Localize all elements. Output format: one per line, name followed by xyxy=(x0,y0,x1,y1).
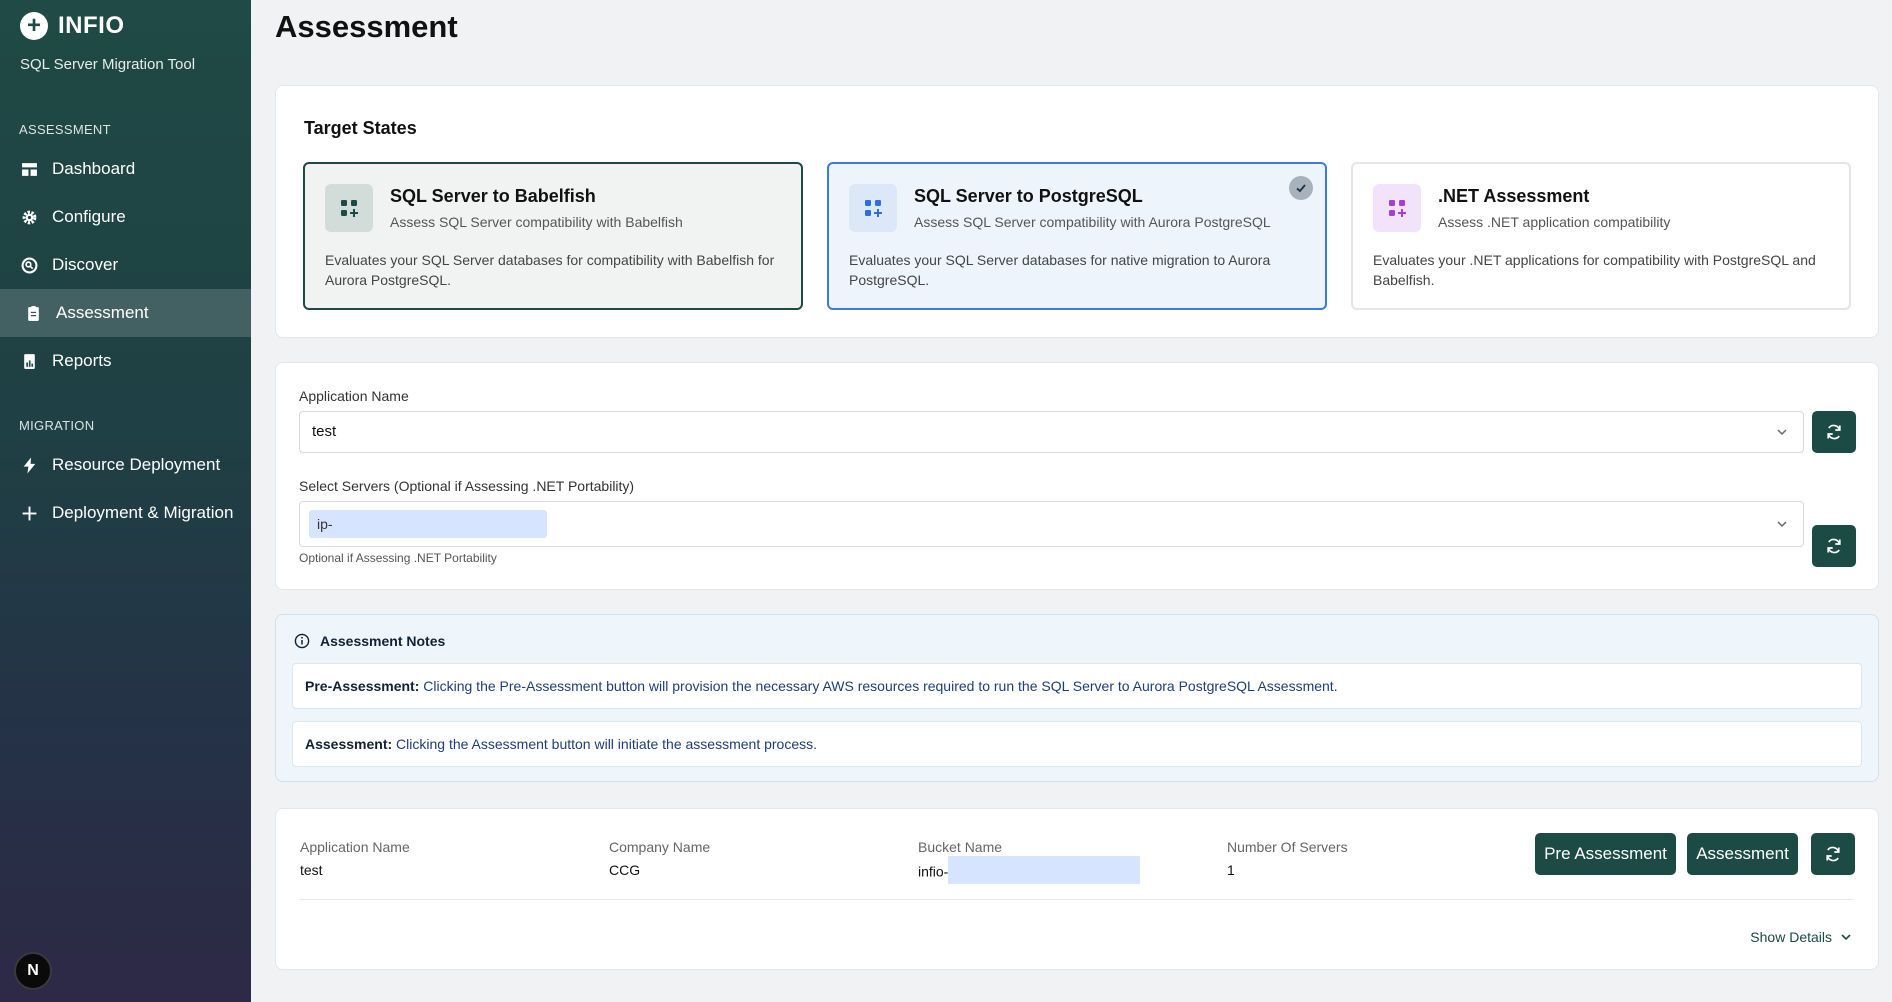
gear-icon xyxy=(21,209,38,226)
selection-form-card: Application Name test Select Servers (Op… xyxy=(275,362,1879,590)
plus-icon xyxy=(21,505,38,522)
info-icon xyxy=(294,633,310,649)
target-card-subtitle: Assess SQL Server compatibility with Aur… xyxy=(914,214,1271,230)
sidebar: + INFIO SQL Server Migration Tool ASSESS… xyxy=(0,0,251,1002)
sidebar-item-discover[interactable]: Discover xyxy=(0,241,251,289)
refresh-icon xyxy=(1826,846,1840,862)
info-label: Company Name xyxy=(609,839,711,855)
redaction-mask xyxy=(948,856,1141,884)
sidebar-item-deployment-migration[interactable]: Deployment & Migration xyxy=(0,489,251,537)
assessment-notes: Assessment Notes Pre-Assessment: Clickin… xyxy=(275,614,1879,782)
sidebar-item-configure[interactable]: Configure xyxy=(0,193,251,241)
brand-subtitle: SQL Server Migration Tool xyxy=(20,56,196,73)
target-card-dotnet[interactable]: .NET Assessment Assess .NET application … xyxy=(1351,162,1851,310)
refresh-summary-button[interactable] xyxy=(1811,833,1855,875)
brand[interactable]: + INFIO xyxy=(20,12,125,40)
target-card-description: Evaluates your SQL Server databases for … xyxy=(849,252,1271,288)
sidebar-item-label: Configure xyxy=(52,207,126,226)
note-text: Clicking the Assessment button will init… xyxy=(396,736,818,752)
assessment-button[interactable]: Assessment xyxy=(1687,833,1798,875)
notes-title: Assessment Notes xyxy=(320,633,446,649)
server-tag[interactable]: ip- xyxy=(309,510,547,538)
servers-hint: Optional if Assessing .NET Portability xyxy=(299,551,497,565)
target-card-description: Evaluates your SQL Server databases for … xyxy=(325,252,775,288)
note-text: Clicking the Pre-Assessment button will … xyxy=(423,678,1338,694)
select-servers-label: Select Servers (Optional if Assessing .N… xyxy=(299,478,635,494)
note-label: Assessment: xyxy=(305,736,393,752)
info-value: infio- xyxy=(918,863,949,880)
target-card-description: Evaluates your .NET applications for com… xyxy=(1373,252,1816,288)
summary-application-name: Application Name test xyxy=(300,839,410,878)
pre-assessment-button[interactable]: Pre Assessment xyxy=(1535,833,1676,875)
sidebar-item-label: Assessment xyxy=(56,303,149,322)
sidebar-item-resource-deployment[interactable]: Resource Deployment xyxy=(0,441,251,489)
check-icon xyxy=(1289,176,1313,200)
plus-circle-logo-icon: + xyxy=(20,12,48,40)
refresh-icon xyxy=(1827,424,1841,440)
show-details-link[interactable]: Show Details xyxy=(1750,929,1852,945)
servers-multiselect[interactable]: ip- xyxy=(299,501,1804,547)
server-tag-label: ip- xyxy=(317,516,333,532)
sidebar-item-reports[interactable]: Reports xyxy=(0,337,251,385)
sidebar-item-label: Reports xyxy=(52,351,112,370)
summary-bucket-name: Bucket Name infio- xyxy=(918,839,1141,884)
clipboard-icon xyxy=(25,305,42,322)
chevron-down-icon xyxy=(1777,521,1787,528)
info-label: Number Of Servers xyxy=(1227,839,1348,855)
target-card-postgresql[interactable]: SQL Server to PostgreSQL Assess SQL Serv… xyxy=(827,162,1327,310)
chevron-down-icon xyxy=(1841,934,1851,941)
info-label: Bucket Name xyxy=(918,839,1003,855)
info-label: Application Name xyxy=(300,839,410,855)
sidebar-item-label: Dashboard xyxy=(52,159,136,178)
lightning-icon xyxy=(21,457,38,474)
info-value: CCG xyxy=(609,862,641,878)
divider xyxy=(300,899,1854,900)
grid-plus-icon xyxy=(849,184,897,232)
target-card-title: SQL Server to Babelfish xyxy=(390,186,596,206)
target-card-babelfish[interactable]: SQL Server to Babelfish Assess SQL Serve… xyxy=(303,162,803,310)
note-label: Pre-Assessment: xyxy=(305,678,420,694)
application-name-value: test xyxy=(312,423,337,440)
target-card-title: .NET Assessment xyxy=(1438,186,1590,206)
report-icon xyxy=(21,353,38,370)
note-assessment: Assessment: Clicking the Assessment butt… xyxy=(292,721,1862,767)
sidebar-item-label: Resource Deployment xyxy=(52,455,221,474)
page-title: Assessment xyxy=(275,9,458,44)
grid-plus-icon xyxy=(1373,184,1421,232)
section-label-assessment: ASSESSMENT xyxy=(19,122,111,137)
target-card-subtitle: Assess SQL Server compatibility with Bab… xyxy=(390,214,683,230)
notes-header: Assessment Notes xyxy=(294,633,445,649)
refresh-applications-button[interactable] xyxy=(1812,411,1856,453)
info-value-wrap: infio- xyxy=(918,856,1141,884)
target-states-title: Target States xyxy=(304,118,417,138)
target-card-subtitle: Assess .NET application compatibility xyxy=(1438,214,1671,230)
brand-name: INFIO xyxy=(58,12,125,39)
summary-company-name: Company Name CCG xyxy=(609,839,710,878)
application-name-label: Application Name xyxy=(299,388,409,404)
compass-icon xyxy=(21,257,38,274)
n-badge[interactable]: N xyxy=(14,952,52,990)
grid-plus-icon xyxy=(325,184,373,232)
assessment-summary-card: Application Name test Company Name CCG B… xyxy=(275,808,1879,970)
refresh-icon xyxy=(1827,538,1841,554)
info-value: 1 xyxy=(1227,862,1235,878)
note-pre-assessment: Pre-Assessment: Clicking the Pre-Assessm… xyxy=(292,663,1862,709)
sidebar-item-label: Deployment & Migration xyxy=(52,503,234,522)
section-label-migration: MIGRATION xyxy=(19,418,95,433)
info-value: test xyxy=(300,862,323,878)
sidebar-item-dashboard[interactable]: Dashboard xyxy=(0,145,251,193)
summary-number-of-servers: Number Of Servers 1 xyxy=(1227,839,1348,878)
target-states-card: Target States SQL Server to Babelfish As… xyxy=(275,85,1879,338)
application-name-select[interactable]: test xyxy=(299,411,1804,453)
dashboard-icon xyxy=(21,161,38,178)
chevron-down-icon xyxy=(1777,429,1787,436)
refresh-servers-button[interactable] xyxy=(1812,525,1856,567)
target-card-title: SQL Server to PostgreSQL xyxy=(914,186,1143,206)
sidebar-item-label: Discover xyxy=(52,255,119,274)
show-details-label: Show Details xyxy=(1750,929,1832,945)
sidebar-item-assessment[interactable]: Assessment xyxy=(0,289,251,337)
